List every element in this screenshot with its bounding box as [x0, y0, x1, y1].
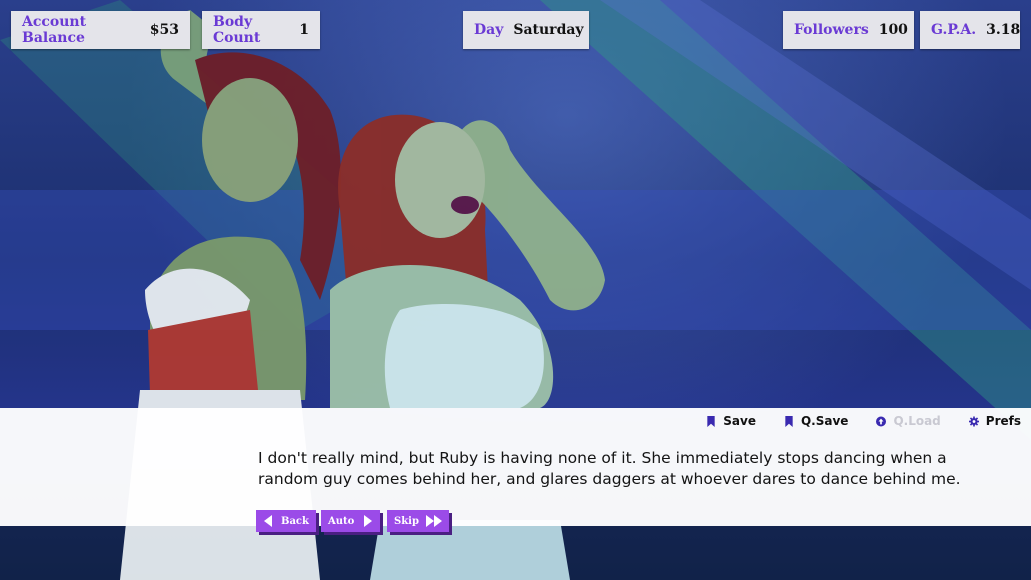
skip-button[interactable]: Skip	[387, 510, 449, 532]
account-balance-label: Account Balance	[22, 14, 87, 46]
gpa-label: G.P.A.	[931, 22, 977, 38]
qsave-button[interactable]: Q.Save	[784, 414, 848, 428]
save-button[interactable]: Save	[706, 414, 756, 428]
save-label: Save	[723, 414, 756, 428]
gear-icon	[968, 416, 979, 426]
back-label: Back	[281, 515, 309, 527]
bookmark-icon	[785, 415, 793, 427]
prefs-button[interactable]: Prefs	[968, 414, 1021, 428]
auto-label: Auto	[328, 515, 355, 527]
hud-account-balance: Account Balance $53	[11, 11, 190, 49]
hud-day: Day Saturday	[463, 11, 589, 49]
followers-value: 100	[878, 22, 908, 38]
hud-body-count: Body Count 1	[202, 11, 320, 49]
hud-followers: Followers 100	[783, 11, 914, 49]
upload-circle-icon	[876, 416, 887, 426]
followers-label: Followers	[794, 22, 869, 38]
body-count-value: 1	[299, 22, 309, 38]
play-left-icon	[264, 515, 272, 527]
gpa-value: 3.18	[986, 22, 1021, 38]
auto-button[interactable]: Auto	[321, 510, 381, 532]
qload-label: Q.Load	[893, 414, 941, 428]
account-balance-value: $53	[149, 22, 179, 38]
qload-button[interactable]: Q.Load	[876, 414, 941, 428]
day-value: Saturday	[513, 22, 584, 38]
skip-label: Skip	[394, 515, 419, 527]
qsave-label: Q.Save	[800, 414, 849, 428]
hud-gpa: G.P.A. 3.18	[920, 11, 1020, 49]
prefs-label: Prefs	[985, 414, 1021, 428]
day-label: Day	[474, 22, 504, 38]
play-icon	[364, 515, 373, 527]
quick-menu: Save Q.Save Q.Load Prefs	[678, 414, 1021, 428]
fast-forward-icon	[425, 515, 442, 527]
back-button[interactable]: Back	[256, 510, 316, 532]
bookmark-icon	[707, 415, 715, 427]
dialogue-text: I don't really mind, but Ruby is having …	[258, 449, 961, 488]
body-count-label: Body Count	[213, 14, 261, 46]
